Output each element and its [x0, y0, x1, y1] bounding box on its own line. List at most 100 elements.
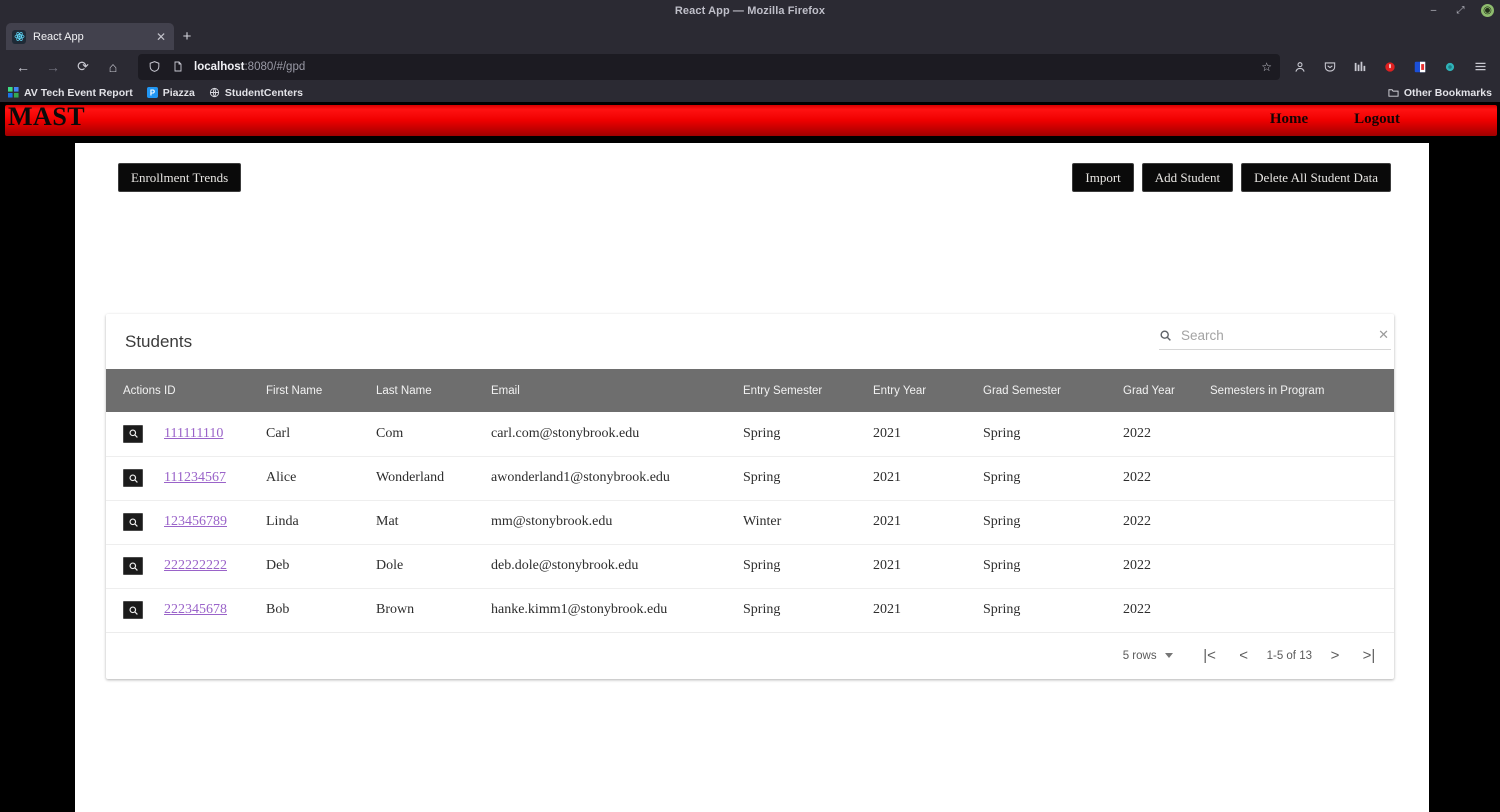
column-header-id[interactable]: ID: [164, 369, 266, 412]
toolbar-left-group: Enrollment Trends: [118, 163, 242, 192]
rows-per-page-label: 5 rows: [1122, 649, 1157, 662]
bookmark-star-icon[interactable]: ☆: [1261, 60, 1272, 74]
cell-email: carl.com@stonybrook.edu: [491, 412, 743, 457]
view-magnifier-icon[interactable]: [123, 557, 143, 575]
first-page-button[interactable]: |<: [1193, 641, 1227, 671]
add-student-button[interactable]: Add Student: [1141, 163, 1234, 192]
cell-entry-semester: Spring: [743, 544, 873, 589]
last-page-button[interactable]: >|: [1352, 641, 1386, 671]
column-header-grad-semester[interactable]: Grad Semester: [983, 369, 1123, 412]
svg-text:P: P: [150, 88, 155, 97]
cell-grad-year: 2022: [1123, 456, 1210, 501]
table-pagination: 5 rows |< < 1-5 of 13 > >|: [106, 633, 1394, 679]
clear-search-icon[interactable]: ✕: [1378, 327, 1391, 343]
next-page-button[interactable]: >: [1318, 641, 1352, 671]
cell-entry-year: 2021: [873, 456, 983, 501]
back-icon[interactable]: ←: [8, 54, 38, 80]
library-icon[interactable]: [1352, 59, 1368, 75]
cell-first-name: Deb: [266, 544, 376, 589]
cell-entry-year: 2021: [873, 544, 983, 589]
search-box[interactable]: ✕: [1159, 327, 1391, 350]
tab-title: React App: [33, 30, 84, 43]
cell-email: awonderland1@stonybrook.edu: [491, 456, 743, 501]
view-magnifier-icon[interactable]: [123, 424, 143, 443]
student-id-link[interactable]: 222345678: [164, 602, 227, 617]
view-magnifier-icon[interactable]: [123, 469, 143, 487]
app-header: MAST Home Logout: [0, 102, 1500, 139]
previous-page-button[interactable]: <: [1227, 641, 1261, 671]
view-magnifier-icon[interactable]: [123, 601, 143, 619]
cell-email: hanke.kimm1@stonybrook.edu: [491, 588, 743, 633]
delete-all-student-data-button[interactable]: Delete All Student Data: [1241, 163, 1391, 192]
import-button[interactable]: Import: [1072, 163, 1134, 192]
column-header-grad-year[interactable]: Grad Year: [1123, 369, 1210, 412]
app-brand[interactable]: MAST: [8, 104, 85, 130]
bookmark-label: Piazza: [162, 86, 195, 99]
shield-icon: [146, 59, 162, 75]
url-host: localhost: [194, 60, 245, 73]
folder-icon: [1388, 87, 1399, 98]
column-header-actions[interactable]: Actions: [106, 369, 164, 412]
table-row: 111111110 Carl Com carl.com@stonybrook.e…: [106, 412, 1394, 457]
student-id-link[interactable]: 111234567: [164, 470, 226, 485]
search-icon: [1159, 329, 1172, 342]
extension-red-icon[interactable]: [1382, 59, 1398, 75]
cell-entry-semester: Winter: [743, 500, 873, 545]
close-icon[interactable]: ◉: [1481, 4, 1494, 17]
nav-link-logout[interactable]: Logout: [1354, 111, 1400, 128]
view-magnifier-icon[interactable]: [123, 513, 143, 531]
reload-icon[interactable]: ⟳: [68, 54, 98, 80]
cell-entry-semester: Spring: [743, 456, 873, 501]
url-path: :8080/#/gpd: [244, 60, 306, 73]
student-id-link[interactable]: 111111110: [164, 426, 223, 441]
new-tab-button[interactable]: +: [174, 23, 200, 50]
cell-grad-semester: Spring: [983, 412, 1123, 457]
url-bar[interactable]: localhost:8080/#/gpd ☆: [138, 53, 1280, 80]
cell-first-name: Carl: [266, 412, 376, 457]
browser-navbar: ← → ⟳ ⌂ localhost:8080/#/gpd ☆: [0, 50, 1500, 83]
enrollment-trends-button[interactable]: Enrollment Trends: [118, 163, 242, 192]
maximize-icon[interactable]: ⤢: [1454, 4, 1467, 17]
column-header-first-name[interactable]: First Name: [266, 369, 376, 412]
cell-id: 111111110: [164, 412, 266, 457]
bookmark-piazza[interactable]: P Piazza: [146, 86, 195, 99]
account-icon[interactable]: [1292, 59, 1308, 75]
window-titlebar: React App — Mozilla Firefox – ⤢ ◉: [0, 0, 1500, 21]
cell-grad-semester: Spring: [983, 500, 1123, 545]
forward-icon[interactable]: →: [38, 54, 68, 80]
cell-semesters-in-program: [1210, 412, 1394, 457]
extension-teal-icon[interactable]: [1442, 59, 1458, 75]
student-id-link[interactable]: 123456789: [164, 514, 227, 529]
column-header-last-name[interactable]: Last Name: [376, 369, 491, 412]
tab-close-icon[interactable]: ✕: [154, 30, 168, 44]
cell-actions: [106, 500, 164, 545]
student-id-link[interactable]: 222222222: [164, 558, 227, 573]
app-nav: Home Logout: [1270, 111, 1400, 128]
cell-grad-year: 2022: [1123, 412, 1210, 457]
other-bookmarks-button[interactable]: Other Bookmarks: [1388, 87, 1492, 99]
cell-actions: [106, 456, 164, 501]
browser-tab-react-app[interactable]: React App ✕: [6, 23, 174, 50]
shield-pocket-icon[interactable]: [1322, 59, 1338, 75]
cell-grad-semester: Spring: [983, 544, 1123, 589]
table-row: 123456789 Linda Mat mm@stonybrook.edu Wi…: [106, 500, 1394, 545]
bookmark-studentcenters[interactable]: StudentCenters: [209, 87, 303, 99]
bookmark-av-tech-event-report[interactable]: AV Tech Event Report: [8, 87, 133, 99]
students-table: Actions ID First Name Last Name Email En…: [106, 369, 1394, 633]
home-icon[interactable]: ⌂: [98, 54, 128, 80]
column-header-semesters-in-program[interactable]: Semesters in Program: [1210, 369, 1394, 412]
column-header-entry-year[interactable]: Entry Year: [873, 369, 983, 412]
toolbar-right-group: Import Add Student Delete All Student Da…: [1072, 163, 1391, 192]
tab-strip: React App ✕ +: [0, 21, 1500, 50]
cell-entry-year: 2021: [873, 500, 983, 545]
search-input[interactable]: [1181, 327, 1370, 343]
cell-entry-semester: Spring: [743, 412, 873, 457]
hamburger-menu-icon[interactable]: [1472, 59, 1488, 75]
browser-toolbar-icons: [1286, 59, 1492, 75]
column-header-email[interactable]: Email: [491, 369, 743, 412]
nav-link-home[interactable]: Home: [1270, 111, 1308, 128]
extension-blue-icon[interactable]: [1412, 59, 1428, 75]
rows-per-page-select[interactable]: 5 rows: [1123, 650, 1173, 662]
column-header-entry-semester[interactable]: Entry Semester: [743, 369, 873, 412]
minimize-icon[interactable]: –: [1427, 4, 1440, 17]
